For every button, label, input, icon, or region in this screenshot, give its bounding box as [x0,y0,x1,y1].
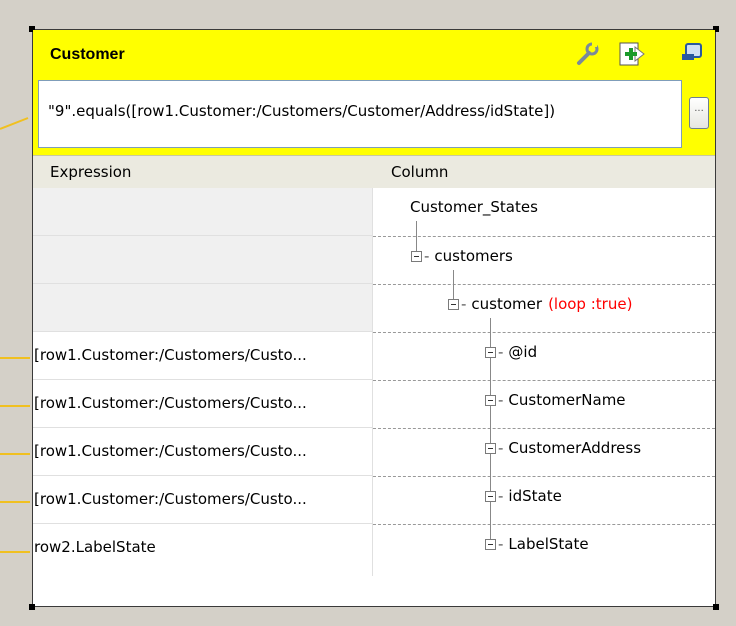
node-label: CustomerName [508,391,626,409]
tree-node-field[interactable]: - CustomerName [485,391,626,409]
expression-row[interactable]: row2.LabelState [33,524,373,576]
expression-column-header: Expression [50,163,132,181]
expression-text: [row1.Customer:/Customers/Custo... [34,442,307,460]
wrench-icon[interactable] [573,39,603,69]
tree-node-field[interactable]: - LabelState [485,535,589,553]
column-header-row: Expression Column [33,156,715,188]
node-label: idState [508,487,562,505]
filter-expression-text: "9".equals([row1.Customer:/Customers/Cus… [48,102,556,120]
expression-row[interactable]: [row1.Customer:/Customers/Custo... [33,428,373,476]
tree-node-field[interactable]: - @id [485,343,537,361]
link-arrow [0,357,30,359]
tree-node-root[interactable]: Customer_States [410,198,538,216]
collapse-icon[interactable] [485,491,496,502]
node-label: Customer_States [410,198,538,216]
tree-node-field[interactable]: - idState [485,487,562,505]
filter-expression-field[interactable]: "9".equals([row1.Customer:/Customers/Cus… [38,80,682,148]
node-label: LabelState [508,535,589,553]
collapse-icon[interactable] [485,443,496,454]
collapse-icon[interactable] [448,299,459,310]
collapse-icon[interactable] [485,347,496,358]
link-arrow [0,405,30,407]
minimize-icon[interactable] [677,39,707,69]
expression-editor-button[interactable]: ... [689,97,709,129]
tree-node-customers[interactable]: - customers [411,247,513,265]
column-tree: Customer_States - customers - customer (loo… [373,188,715,578]
expression-row[interactable]: [row1.Customer:/Customers/Custo... [33,332,373,380]
add-column-icon[interactable] [617,39,647,69]
output-table-panel[interactable]: Customer "9".equals([row1.Customer:/Cust… [29,26,719,610]
expression-row[interactable]: [row1.Customer:/Customers/Custo... [33,476,373,524]
resize-handle-bottom-left[interactable] [29,604,35,610]
collapse-icon[interactable] [485,539,496,550]
node-label: CustomerAddress [508,439,642,457]
collapse-icon[interactable] [411,251,422,262]
tree-node-field[interactable]: - CustomerAddress [485,439,641,457]
expression-text: row2.LabelState [34,538,156,556]
collapse-icon[interactable] [485,395,496,406]
column-column-header: Column [391,163,449,181]
link-arrow [0,453,30,455]
expression-text: [row1.Customer:/Customers/Custo... [34,490,307,508]
expression-row[interactable] [33,236,373,284]
node-label: customer [471,295,543,313]
loop-indicator: (loop :true) [548,295,633,313]
expression-text: [row1.Customer:/Customers/Custo... [34,394,307,412]
expression-text: [row1.Customer:/Customers/Custo... [34,346,307,364]
tree-node-customer[interactable]: - customer (loop :true) [448,295,632,313]
link-arrow [0,551,30,553]
node-label: customers [434,247,513,265]
table-header: Customer "9".equals([row1.Customer:/Cust… [33,30,715,156]
table-title: Customer [50,46,125,63]
link-arrow [0,501,30,503]
resize-handle-bottom-right[interactable] [713,604,719,610]
node-label: @id [508,343,538,361]
filter-link-arrow [0,116,30,130]
expression-row[interactable] [33,284,373,332]
expression-row[interactable] [33,188,373,236]
expression-row[interactable]: [row1.Customer:/Customers/Custo... [33,380,373,428]
